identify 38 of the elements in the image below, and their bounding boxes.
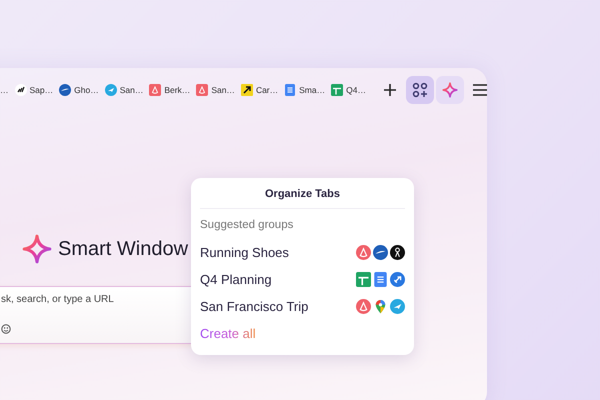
spreadsheet-icon: [356, 272, 371, 287]
arrow-icon: [240, 84, 253, 96]
browser-tab[interactable]: San…: [104, 84, 144, 96]
search-input[interactable]: sk, search, or type a URL: [1, 294, 201, 305]
document-icon: [373, 272, 388, 287]
plus-icon: [382, 83, 397, 97]
create-all-link[interactable]: Create all: [200, 326, 256, 341]
rocket-icon: [390, 272, 405, 287]
circles-plus-icon: [412, 82, 428, 98]
stripes-icon: [14, 84, 26, 96]
document-icon: [284, 84, 296, 96]
smiley-icon[interactable]: [1, 324, 11, 334]
browser-tab[interactable]: Q4…: [331, 84, 366, 96]
plane-icon: [390, 299, 405, 314]
map-pin-icon: [373, 299, 388, 314]
browser-tab[interactable]: Sap…: [14, 84, 54, 96]
sparkle-logo-icon: [20, 232, 54, 266]
popup-title: Organize Tabs: [264, 188, 341, 200]
organize-tabs-button[interactable]: [406, 76, 434, 104]
browser-tab[interactable]: …: [0, 85, 8, 95]
tab-group-item[interactable]: Running Shoes: [200, 239, 405, 266]
tab-group-item[interactable]: San Francisco Trip: [200, 293, 405, 320]
menu-icon: [472, 84, 487, 96]
assistant-button[interactable]: [436, 76, 464, 104]
figure-icon: [390, 245, 405, 260]
tab-group-item[interactable]: Q4 Planning: [200, 266, 405, 293]
browser-tab[interactable]: Sma…: [284, 84, 326, 96]
swoosh-icon: [373, 245, 388, 260]
browser-tab[interactable]: Berk…: [149, 84, 190, 96]
browser-tab[interactable]: San…: [196, 84, 235, 96]
plane-icon: [104, 84, 117, 96]
sparkle-icon: [440, 81, 459, 99]
section-label: Suggested groups: [200, 219, 294, 231]
swoosh-icon: [59, 84, 72, 96]
browser-tab[interactable]: Gho…: [59, 84, 99, 96]
app-title: Smart Window: [58, 238, 188, 260]
spreadsheet-icon: [331, 84, 344, 96]
browser-tab[interactable]: Car…: [240, 84, 278, 96]
